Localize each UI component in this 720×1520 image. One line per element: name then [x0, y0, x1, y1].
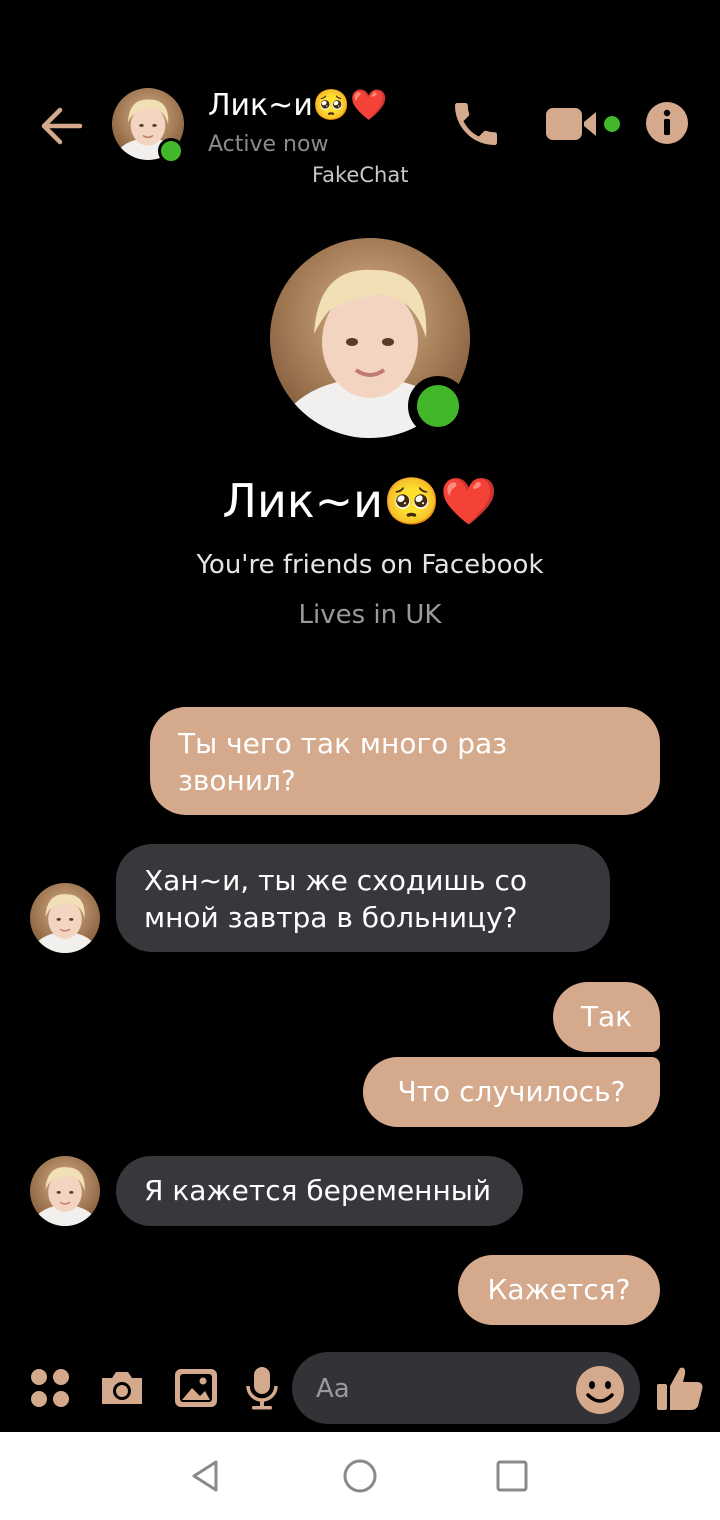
profile-name: Лик~и🥺❤️ [222, 474, 498, 528]
thumbs-up-icon [657, 1367, 703, 1410]
gallery-icon [175, 1369, 217, 1407]
friends-info: You're friends on Facebook [196, 550, 544, 580]
message-bubble-outgoing[interactable]: Кажется? [458, 1255, 660, 1325]
back-button[interactable] [36, 100, 88, 152]
message-bubble-outgoing[interactable]: Ты чего так много раз звонил? [150, 707, 660, 815]
message-text: Кажется? [487, 1273, 631, 1306]
back-arrow-icon [41, 107, 83, 145]
message-text: Я кажется беременный [144, 1174, 492, 1207]
video-call-button[interactable] [544, 100, 630, 148]
message-bubble-outgoing[interactable]: Что случилось? [363, 1057, 660, 1127]
message-text: Что случилось? [397, 1075, 626, 1108]
system-navigation-bar [0, 1432, 720, 1520]
apps-grid-icon [31, 1369, 69, 1407]
info-button[interactable] [644, 100, 690, 146]
online-indicator [158, 138, 184, 164]
active-status: Active now [208, 132, 329, 157]
message-text: Хан~и, ты же сходишь со [144, 864, 527, 897]
location-info: Lives in UK [298, 600, 442, 630]
camera-icon [102, 1372, 142, 1404]
message-text: мной завтра в больницу? [144, 901, 518, 934]
watermark: FakeChat [312, 163, 409, 187]
info-icon [646, 102, 688, 144]
camera-button[interactable] [98, 1364, 146, 1412]
emoji-icon [576, 1366, 624, 1414]
message-text: звонил? [178, 764, 296, 797]
message-text: Так [580, 1000, 633, 1033]
gallery-button[interactable] [172, 1364, 220, 1412]
nav-recents-icon[interactable] [494, 1458, 530, 1494]
message-bubble-incoming[interactable]: Хан~и, ты же сходишь со мной завтра в бо… [116, 844, 610, 952]
message-avatar[interactable] [30, 883, 100, 953]
profile-online-indicator [408, 376, 468, 436]
like-button[interactable] [654, 1362, 706, 1414]
phone-icon [455, 103, 497, 145]
nav-back-icon[interactable] [188, 1458, 224, 1494]
message-text: Ты чего так много раз [178, 727, 508, 760]
emoji-button[interactable] [574, 1364, 626, 1416]
microphone-icon [246, 1367, 278, 1410]
voice-message-button[interactable] [238, 1364, 286, 1412]
video-camera-icon [546, 108, 620, 140]
contact-name[interactable]: Лик~и🥺❤️ [208, 88, 388, 123]
message-avatar[interactable] [30, 1156, 100, 1226]
voice-call-button[interactable] [448, 96, 504, 152]
message-input-placeholder: Aa [316, 1374, 350, 1404]
nav-home-icon[interactable] [342, 1458, 378, 1494]
apps-button[interactable] [26, 1364, 74, 1412]
message-bubble-incoming[interactable]: Я кажется беременный [116, 1156, 523, 1226]
message-bubble-outgoing[interactable]: Так [553, 982, 660, 1052]
